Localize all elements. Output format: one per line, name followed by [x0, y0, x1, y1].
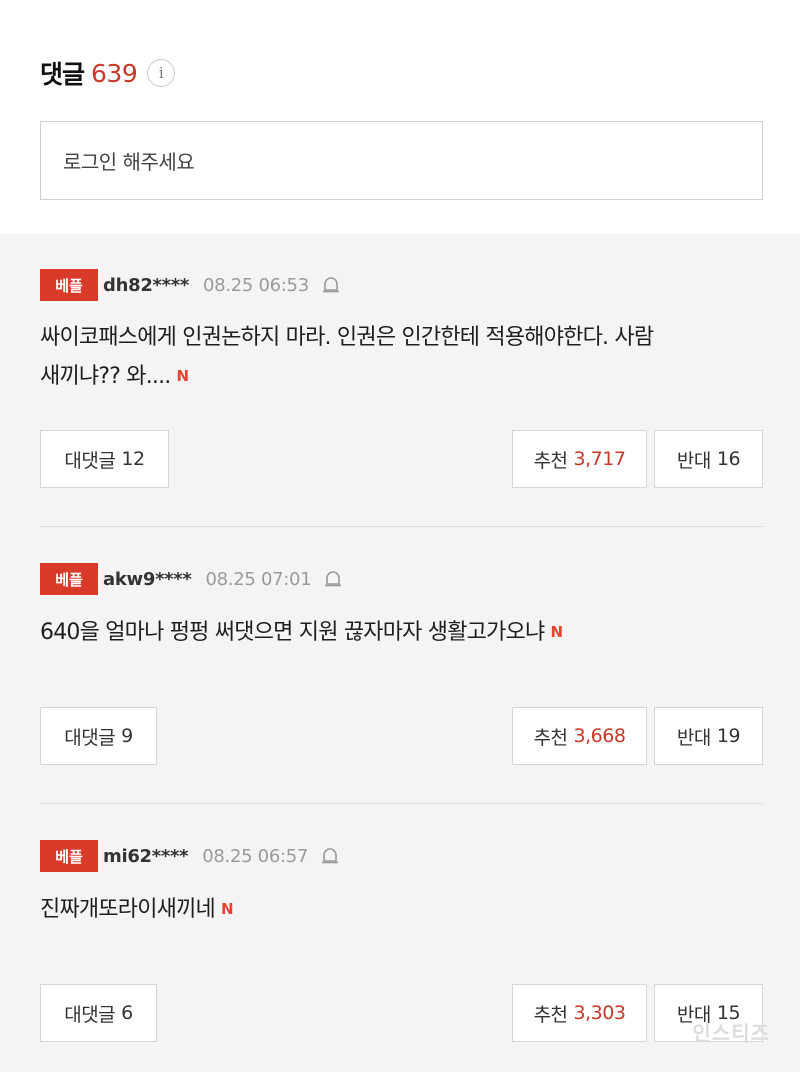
comment-item: 베플 akw9**** 08.25 07:01 640을 얼마나 펑펑 써댓으면… — [40, 563, 763, 783]
replies-button[interactable]: 대댓글 12 — [40, 430, 169, 488]
new-mark-icon: N — [176, 367, 190, 385]
alert-bell-icon[interactable] — [321, 275, 341, 295]
best-badge: 베플 — [40, 563, 98, 595]
replies-label: 대댓글 — [64, 726, 116, 749]
comment-text-line: 싸이코패스에게 인권논하지 마라. 인권은 인간한테 적용해야한다. 사람 — [40, 325, 654, 350]
comment-divider — [40, 803, 763, 804]
comment-username: akw9**** — [103, 568, 192, 590]
comment-date: 08.25 06:57 — [202, 845, 309, 867]
comments-title: 댓글 — [40, 60, 85, 89]
info-icon[interactable]: i — [147, 59, 176, 87]
comment-text-line-content: 640을 얼마나 펑펑 써댓으면 지원 끊자마자 생활고가오냐 — [40, 620, 545, 645]
alert-bell-icon[interactable] — [323, 569, 343, 589]
like-count: 3,668 — [573, 725, 626, 747]
dislike-button[interactable]: 반대 16 — [654, 430, 763, 488]
comments-header-area: 댓글 639 i 로그인 해주세요 — [0, 0, 800, 234]
comment-text: 진짜개또라이새끼네 N — [40, 890, 763, 929]
comment-meta: 베플 akw9**** 08.25 07:01 — [40, 563, 343, 595]
comment-username: mi62**** — [103, 845, 189, 867]
comment-date: 08.25 06:53 — [203, 274, 309, 296]
comment-item: 베플 dh82**** 08.25 06:53 싸이코패스에게 인권논하지 마라… — [40, 269, 763, 489]
comment-text-line-content: 진짜개또라이새끼네 — [40, 897, 216, 922]
like-label: 추천 — [533, 1003, 568, 1026]
best-badge: 베플 — [40, 269, 98, 301]
like-label: 추천 — [533, 449, 568, 472]
login-prompt-input[interactable]: 로그인 해주세요 — [40, 121, 763, 200]
comments-count: 639 — [91, 58, 138, 88]
like-count: 3,717 — [573, 448, 626, 470]
comment-text: 싸이코패스에게 인권논하지 마라. 인권은 인간한테 적용해야한다. 사람 새끼… — [40, 319, 763, 396]
like-label: 추천 — [533, 726, 568, 749]
comments-title-row: 댓글 639 i — [40, 52, 176, 94]
best-badge: 베플 — [40, 840, 98, 872]
comment-text-line: 새끼냐?? 와.... N — [40, 357, 763, 396]
like-button[interactable]: 추천 3,303 — [512, 984, 647, 1042]
comment-text: 640을 얼마나 펑펑 써댓으면 지원 끊자마자 생활고가오냐 N — [40, 613, 763, 652]
comment-text-line: 진짜개또라이새끼네 N — [40, 890, 763, 929]
dislike-count: 16 — [716, 448, 741, 470]
replies-count: 12 — [121, 448, 145, 470]
replies-label: 대댓글 — [64, 449, 116, 472]
dislike-button[interactable]: 반대 19 — [654, 707, 763, 765]
comment-meta: 베플 dh82**** 08.25 06:53 — [40, 269, 341, 301]
like-button[interactable]: 추천 3,668 — [512, 707, 647, 765]
dislike-label: 반대 — [676, 726, 711, 749]
dislike-label: 반대 — [676, 449, 711, 472]
replies-button[interactable]: 대댓글 9 — [40, 707, 157, 765]
new-mark-icon: N — [220, 900, 234, 918]
comment-date: 08.25 07:01 — [205, 568, 312, 590]
new-mark-icon: N — [550, 623, 563, 641]
like-button[interactable]: 추천 3,717 — [512, 430, 647, 488]
comment-username: dh82**** — [103, 274, 190, 296]
comment-divider — [40, 526, 763, 527]
alert-bell-icon[interactable] — [320, 846, 340, 866]
replies-button[interactable]: 대댓글 6 — [40, 984, 157, 1042]
comment-meta: 베플 mi62**** 08.25 06:57 — [40, 840, 340, 872]
dislike-count: 19 — [716, 725, 741, 747]
watermark: 인스티즈 — [692, 1021, 770, 1045]
comment-item: 베플 mi62**** 08.25 06:57 진짜개또라이새끼네 N 대댓글 6 … — [40, 840, 763, 1050]
comment-text-line-content: 새끼냐?? 와.... — [40, 364, 171, 389]
replies-count: 9 — [121, 725, 133, 747]
comment-text-line: 640을 얼마나 펑펑 써댓으면 지원 끊자마자 생활고가오냐 N — [40, 613, 763, 652]
like-count: 3,303 — [573, 1002, 626, 1024]
replies-label: 대댓글 — [64, 1003, 116, 1026]
replies-count: 6 — [121, 1002, 133, 1024]
